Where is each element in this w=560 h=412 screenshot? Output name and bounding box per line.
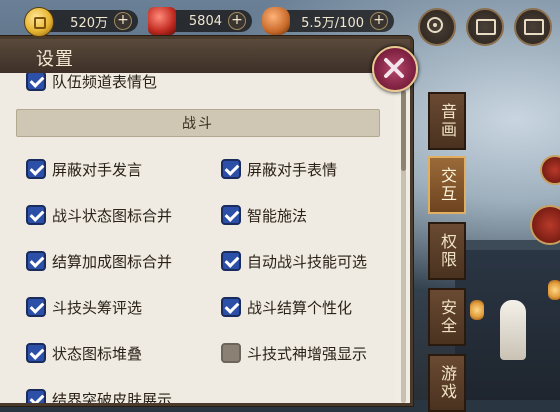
section-header-battle: 战斗 — [16, 109, 380, 137]
stamina-food-icon — [262, 7, 290, 35]
lantern-icon — [548, 280, 560, 300]
option-label: 自动战斗技能可选 — [247, 252, 368, 271]
mail-icon — [524, 19, 544, 35]
checkbox[interactable] — [26, 205, 46, 225]
checkbox[interactable] — [221, 205, 241, 225]
option-item[interactable]: 斗技头筹评选 — [26, 295, 142, 319]
checkbox[interactable] — [221, 297, 241, 317]
option-label: 结界突破皮肤展示 — [52, 390, 173, 404]
option-label: 结算加成图标合并 — [52, 252, 173, 271]
section-title: 战斗 — [182, 116, 214, 132]
jade-value: 5804 — [188, 13, 222, 29]
checkbox[interactable] — [221, 343, 241, 363]
tab-label: 权限 — [438, 233, 457, 269]
option-item[interactable]: 状态图标堆叠 — [26, 341, 142, 365]
checkbox[interactable] — [26, 73, 46, 91]
resource-gold: 520万 + — [24, 7, 138, 37]
decorative-disc-icon — [530, 205, 560, 245]
close-button[interactable] — [372, 46, 418, 92]
crest-icon — [427, 17, 443, 33]
scrollbar[interactable] — [401, 81, 406, 403]
option-label: 战斗状态图标合并 — [52, 206, 173, 225]
team-button[interactable] — [418, 8, 456, 46]
option-label: 战斗结算个性化 — [247, 298, 353, 317]
option-label: 状态图标堆叠 — [52, 344, 143, 363]
panel-title: 设置 — [36, 49, 74, 70]
background-character — [500, 300, 526, 360]
option-label: 屏蔽对手发言 — [52, 160, 143, 179]
tab-label: 交互 — [438, 167, 457, 203]
option-label: 屏蔽对手表情 — [247, 160, 338, 179]
panel-header: 设置 — [0, 39, 410, 73]
option-item[interactable]: 屏蔽对手发言 — [26, 157, 142, 181]
settings-panel: 设置 队伍频道表情包 战斗 屏蔽对手发言 屏蔽对手表情 战斗状态图标合并 智能施… — [0, 36, 413, 406]
option-item[interactable]: 智能施法 — [221, 203, 307, 227]
option-item[interactable]: 战斗结算个性化 — [221, 295, 352, 319]
add-stamina-button[interactable]: + — [370, 12, 388, 30]
tab-audio-visual[interactable]: 音画 — [428, 92, 466, 150]
jade-icon — [148, 7, 176, 35]
checkbox[interactable] — [26, 251, 46, 271]
gold-value: 520万 — [70, 15, 108, 31]
checkbox[interactable] — [221, 159, 241, 179]
scrollbar-thumb[interactable] — [401, 91, 406, 171]
option-item[interactable]: 结界突破皮肤展示 — [26, 387, 172, 403]
option-item[interactable]: 战斗状态图标合并 — [26, 203, 172, 227]
checkbox[interactable] — [26, 159, 46, 179]
decorative-disc-icon — [540, 155, 560, 185]
option-item[interactable]: 斗技式神增强显示 — [221, 341, 367, 365]
option-label: 队伍频道表情包 — [52, 73, 158, 91]
stamina-value: 5.5万/100 — [301, 15, 364, 31]
checkbox[interactable] — [26, 343, 46, 363]
message-button[interactable] — [514, 8, 552, 46]
add-jade-button[interactable]: + — [228, 12, 246, 30]
tab-security[interactable]: 安全 — [428, 288, 466, 346]
option-label: 斗技头筹评选 — [52, 298, 143, 317]
checkbox[interactable] — [26, 389, 46, 403]
resource-stamina: 5.5万/100 + — [262, 7, 394, 35]
tab-interaction[interactable]: 交互 — [428, 156, 466, 214]
tab-game[interactable]: 游戏 — [428, 354, 466, 412]
option-item[interactable]: 自动战斗技能可选 — [221, 249, 367, 273]
tab-label: 游戏 — [438, 365, 457, 401]
resource-jade: 5804 + — [148, 7, 252, 35]
option-item[interactable]: 结算加成图标合并 — [26, 249, 172, 273]
option-team-channel-emoji[interactable]: 队伍频道表情包 — [26, 73, 157, 93]
tab-label: 音画 — [438, 103, 457, 139]
checkbox[interactable] — [26, 297, 46, 317]
close-icon — [384, 58, 404, 78]
settings-scroll-area[interactable]: 队伍频道表情包 战斗 屏蔽对手发言 屏蔽对手表情 战斗状态图标合并 智能施法 结… — [0, 73, 395, 403]
option-label: 斗技式神增强显示 — [247, 344, 368, 363]
tab-label: 安全 — [438, 299, 457, 335]
checkbox[interactable] — [221, 251, 241, 271]
gold-coin-icon — [24, 7, 54, 37]
tab-permissions[interactable]: 权限 — [428, 222, 466, 280]
mail-icon — [476, 19, 496, 35]
option-label: 智能施法 — [247, 206, 308, 225]
option-item[interactable]: 屏蔽对手表情 — [221, 157, 337, 181]
mail-button[interactable] — [466, 8, 504, 46]
lantern-icon — [470, 300, 484, 320]
add-gold-button[interactable]: + — [114, 12, 132, 30]
